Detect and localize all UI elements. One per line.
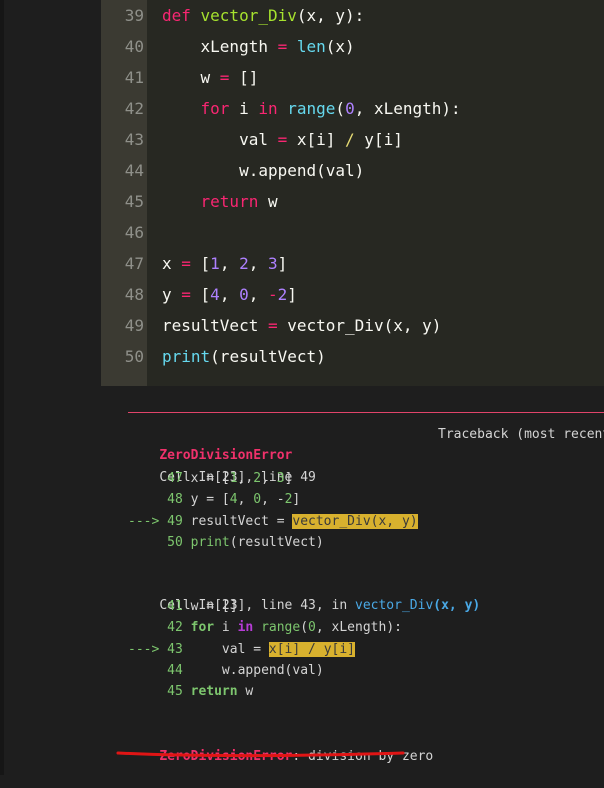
red-underline-stroke (116, 751, 405, 758)
red-underline-annotation (116, 751, 405, 758)
